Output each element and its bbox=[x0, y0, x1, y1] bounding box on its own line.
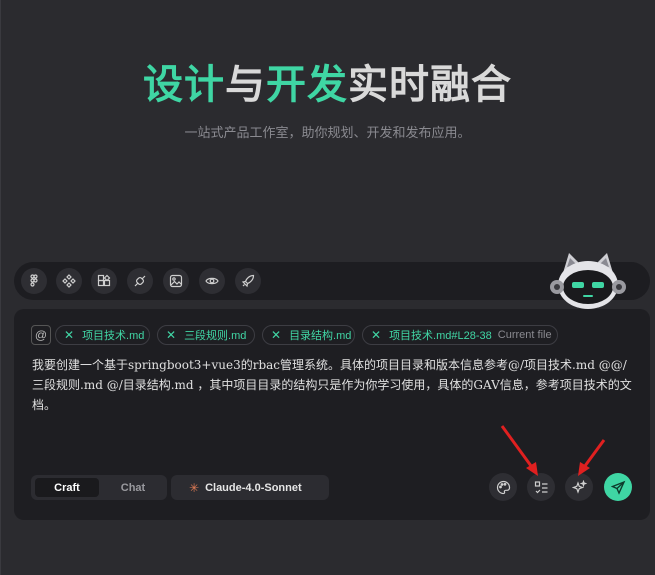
title-part-design: 设计 bbox=[143, 63, 225, 107]
annotation-arrow-icon bbox=[578, 439, 606, 476]
figma-icon[interactable] bbox=[21, 268, 47, 294]
context-chip[interactable]: ✕ 三段规则.md bbox=[157, 325, 255, 345]
composer-panel: @ ✕ 项目技术.md ✕ 三段规则.md ✕ 目录结构.md ✕ 项目技术.m… bbox=[14, 309, 650, 520]
send-icon bbox=[610, 480, 625, 495]
context-chip[interactable]: ✕ 项目技术.md bbox=[55, 325, 150, 345]
page-title: 设计与开发实时融合 bbox=[0, 60, 655, 110]
model-selector[interactable]: ✳ Claude-4.0-Sonnet bbox=[171, 475, 329, 500]
message-input[interactable]: 我要创建一个基于springboot3+vue3的rbac管理系统。具体的项目目… bbox=[32, 355, 632, 415]
close-icon[interactable]: ✕ bbox=[166, 328, 176, 342]
checklist-icon bbox=[534, 480, 547, 493]
chip-label: 目录结构.md bbox=[289, 330, 352, 342]
current-file-label: Current file bbox=[497, 329, 552, 341]
close-icon[interactable]: ✕ bbox=[371, 328, 381, 342]
palette-icon bbox=[496, 480, 510, 494]
context-chip-current-file[interactable]: ✕ 项目技术.md#L28-38 Current file bbox=[362, 325, 558, 345]
eye-icon[interactable] bbox=[199, 268, 225, 294]
model-label: Claude-4.0-Sonnet bbox=[205, 481, 302, 494]
hero-section: 设计与开发实时融合 一站式产品工作室，助你规划、开发和发布应用。 bbox=[0, 60, 655, 141]
close-icon[interactable]: ✕ bbox=[64, 328, 74, 342]
mode-chat-button[interactable]: Chat bbox=[103, 478, 163, 497]
mode-toggle: Craft Chat bbox=[31, 475, 167, 500]
sparkles-icon bbox=[571, 479, 587, 494]
chip-label: 项目技术.md bbox=[82, 330, 145, 342]
close-icon[interactable]: ✕ bbox=[271, 328, 281, 342]
plug-icon[interactable] bbox=[127, 268, 153, 294]
mention-button[interactable]: @ bbox=[31, 325, 51, 345]
context-chip[interactable]: ✕ 目录结构.md bbox=[262, 325, 355, 345]
chip-label: 项目技术.md#L28-38 bbox=[389, 330, 492, 342]
image-icon[interactable] bbox=[163, 268, 189, 294]
widgets-icon[interactable] bbox=[91, 268, 117, 294]
chip-label: 三段规则.md bbox=[184, 330, 247, 342]
title-part-develop: 开发 bbox=[266, 63, 348, 107]
mode-craft-button[interactable]: Craft bbox=[35, 478, 99, 497]
rocket-icon[interactable] bbox=[235, 268, 261, 294]
robot-mascot-icon bbox=[550, 253, 626, 309]
title-part-realtime: 实时融合 bbox=[348, 63, 512, 107]
annotation-arrow-icon bbox=[500, 425, 538, 476]
title-part-and: 与 bbox=[225, 63, 266, 107]
components-icon[interactable] bbox=[56, 268, 82, 294]
page-subtitle: 一站式产品工作室，助你规划、开发和发布应用。 bbox=[184, 125, 471, 140]
claude-spark-icon: ✳ bbox=[189, 480, 200, 495]
